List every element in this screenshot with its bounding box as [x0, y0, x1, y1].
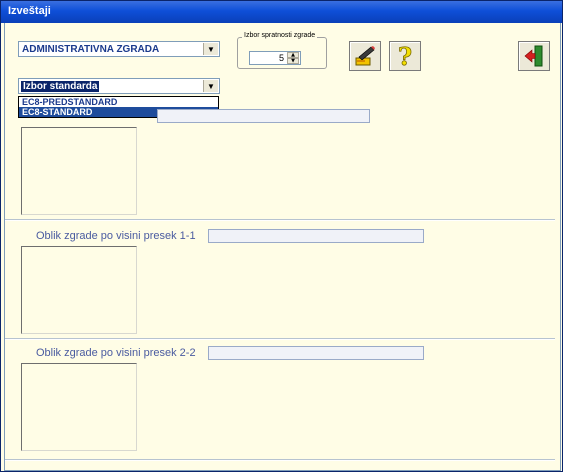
- section-divider: [5, 338, 555, 340]
- exit-door-icon: [524, 45, 543, 67]
- chevron-down-icon[interactable]: ▼: [203, 43, 218, 55]
- section1-image-box: [21, 127, 137, 215]
- section2-text-field[interactable]: [208, 229, 424, 243]
- chevron-down-icon[interactable]: ▼: [203, 80, 218, 92]
- exit-button[interactable]: [518, 41, 550, 71]
- standard-select[interactable]: Izbor standarda ▼: [18, 78, 220, 94]
- section3-text-field[interactable]: [208, 346, 424, 360]
- edit-pencil-icon: [355, 46, 375, 66]
- standard-select-value: Izbor standarda: [21, 81, 100, 92]
- floors-value: 5: [278, 53, 284, 63]
- question-mark-icon: ?: [398, 43, 413, 69]
- section3-label: Oblik zgrade po visini presek 2-2: [36, 347, 196, 359]
- dropdown-option-ec8-predstandard[interactable]: EC8-PREDSTANDARD: [19, 97, 218, 107]
- report-window: Izveštaji ADMINISTRATIVNA ZGRADA ▼ Izbor…: [0, 0, 563, 472]
- floors-spinner[interactable]: 5 ▲ ▼: [249, 51, 301, 65]
- section-divider: [5, 219, 555, 221]
- window-title: Izveštaji: [8, 5, 51, 17]
- building-type-select[interactable]: ADMINISTRATIVNA ZGRADA ▼: [18, 41, 220, 57]
- section3-image-box: [21, 363, 137, 451]
- section-divider: [5, 459, 555, 461]
- section1-text-field[interactable]: [157, 109, 370, 123]
- section2-image-box: [21, 246, 137, 334]
- title-bar[interactable]: Izveštaji: [1, 1, 562, 23]
- spin-down-icon[interactable]: ▼: [287, 58, 299, 64]
- svg-text:?: ?: [398, 43, 412, 69]
- help-button[interactable]: ?: [389, 41, 421, 71]
- edit-button[interactable]: [349, 41, 381, 71]
- section2-label: Oblik zgrade po visini presek 1-1: [36, 230, 196, 242]
- floors-legend: Izbor spratnosti zgrade: [242, 32, 318, 39]
- building-type-value: ADMINISTRATIVNA ZGRADA: [22, 44, 160, 55]
